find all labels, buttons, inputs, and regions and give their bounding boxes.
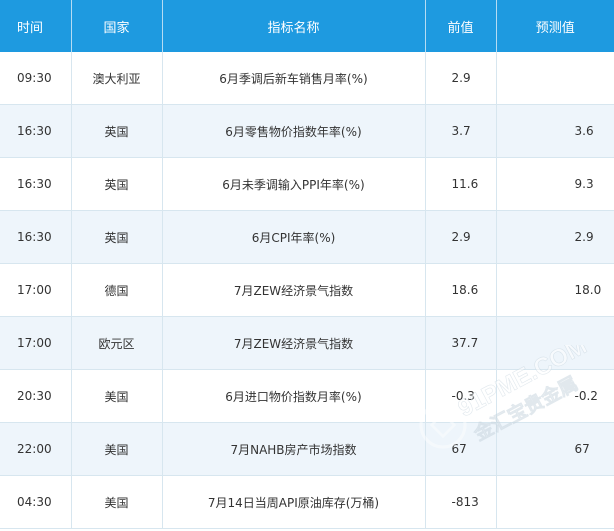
cell-previous: 3.7 xyxy=(425,104,497,158)
cell-indicator: 6月未季调输入PPI年率(%) xyxy=(162,157,426,211)
cell-previous: 18.6 xyxy=(425,263,497,317)
table-row[interactable]: 22:00 美国 7月NAHB房产市场指数 67 67 xyxy=(0,422,614,476)
cell-previous: -0.3 xyxy=(425,369,497,423)
cell-previous: 37.7 xyxy=(425,316,497,370)
header-time[interactable]: 时间 xyxy=(0,0,72,52)
cell-indicator: 7月ZEW经济景气指数 xyxy=(162,316,426,370)
cell-time: 16:30 xyxy=(0,210,72,264)
cell-time: 16:30 xyxy=(0,104,72,158)
cell-time: 16:30 xyxy=(0,157,72,211)
cell-forecast xyxy=(496,316,614,370)
cell-time: 17:00 xyxy=(0,316,72,370)
cell-forecast: 18.0 xyxy=(496,263,614,317)
cell-indicator: 6月季调后新车销售月率(%) xyxy=(162,52,426,105)
cell-previous: 2.9 xyxy=(425,52,497,105)
cell-forecast: 67 xyxy=(496,422,614,476)
cell-indicator: 7月ZEW经济景气指数 xyxy=(162,263,426,317)
economic-calendar-table: 时间 国家 指标名称 前值 预测值 09:30 澳大利亚 6月季调后新车销售月率… xyxy=(0,0,614,529)
cell-previous: 11.6 xyxy=(425,157,497,211)
cell-previous: -813 xyxy=(425,475,497,529)
cell-country: 美国 xyxy=(71,369,163,423)
table-row[interactable]: 20:30 美国 6月进口物价指数月率(%) -0.3 -0.2 xyxy=(0,369,614,423)
table-row[interactable]: 17:00 欧元区 7月ZEW经济景气指数 37.7 xyxy=(0,316,614,370)
cell-country: 英国 xyxy=(71,210,163,264)
cell-forecast: 3.6 xyxy=(496,104,614,158)
table-row[interactable]: 17:00 德国 7月ZEW经济景气指数 18.6 18.0 xyxy=(0,263,614,317)
cell-time: 20:30 xyxy=(0,369,72,423)
cell-country: 美国 xyxy=(71,422,163,476)
cell-indicator: 6月零售物价指数年率(%) xyxy=(162,104,426,158)
cell-country: 美国 xyxy=(71,475,163,529)
cell-time: 17:00 xyxy=(0,263,72,317)
cell-country: 澳大利亚 xyxy=(71,52,163,105)
header-previous[interactable]: 前值 xyxy=(425,0,497,52)
cell-country: 英国 xyxy=(71,157,163,211)
table-row[interactable]: 16:30 英国 6月未季调输入PPI年率(%) 11.6 9.3 xyxy=(0,157,614,211)
cell-forecast: 9.3 xyxy=(496,157,614,211)
cell-previous: 2.9 xyxy=(425,210,497,264)
cell-forecast: 2.9 xyxy=(496,210,614,264)
cell-time: 09:30 xyxy=(0,52,72,105)
cell-indicator: 7月NAHB房产市场指数 xyxy=(162,422,426,476)
cell-indicator: 7月14日当周API原油库存(万桶) xyxy=(162,475,426,529)
header-forecast[interactable]: 预测值 xyxy=(496,0,614,52)
cell-country: 德国 xyxy=(71,263,163,317)
table-row[interactable]: 16:30 英国 6月零售物价指数年率(%) 3.7 3.6 xyxy=(0,104,614,158)
cell-forecast xyxy=(496,475,614,529)
cell-previous: 67 xyxy=(425,422,497,476)
cell-forecast xyxy=(496,52,614,105)
table-row[interactable]: 16:30 英国 6月CPI年率(%) 2.9 2.9 xyxy=(0,210,614,264)
cell-time: 22:00 xyxy=(0,422,72,476)
header-country[interactable]: 国家 xyxy=(71,0,163,52)
table-header-row: 时间 国家 指标名称 前值 预测值 xyxy=(0,0,614,52)
table-row[interactable]: 09:30 澳大利亚 6月季调后新车销售月率(%) 2.9 xyxy=(0,52,614,105)
cell-forecast: -0.2 xyxy=(496,369,614,423)
cell-time: 04:30 xyxy=(0,475,72,529)
cell-country: 英国 xyxy=(71,104,163,158)
cell-indicator: 6月进口物价指数月率(%) xyxy=(162,369,426,423)
cell-indicator: 6月CPI年率(%) xyxy=(162,210,426,264)
table-row[interactable]: 04:30 美国 7月14日当周API原油库存(万桶) -813 xyxy=(0,475,614,529)
header-indicator[interactable]: 指标名称 xyxy=(162,0,426,52)
cell-country: 欧元区 xyxy=(71,316,163,370)
